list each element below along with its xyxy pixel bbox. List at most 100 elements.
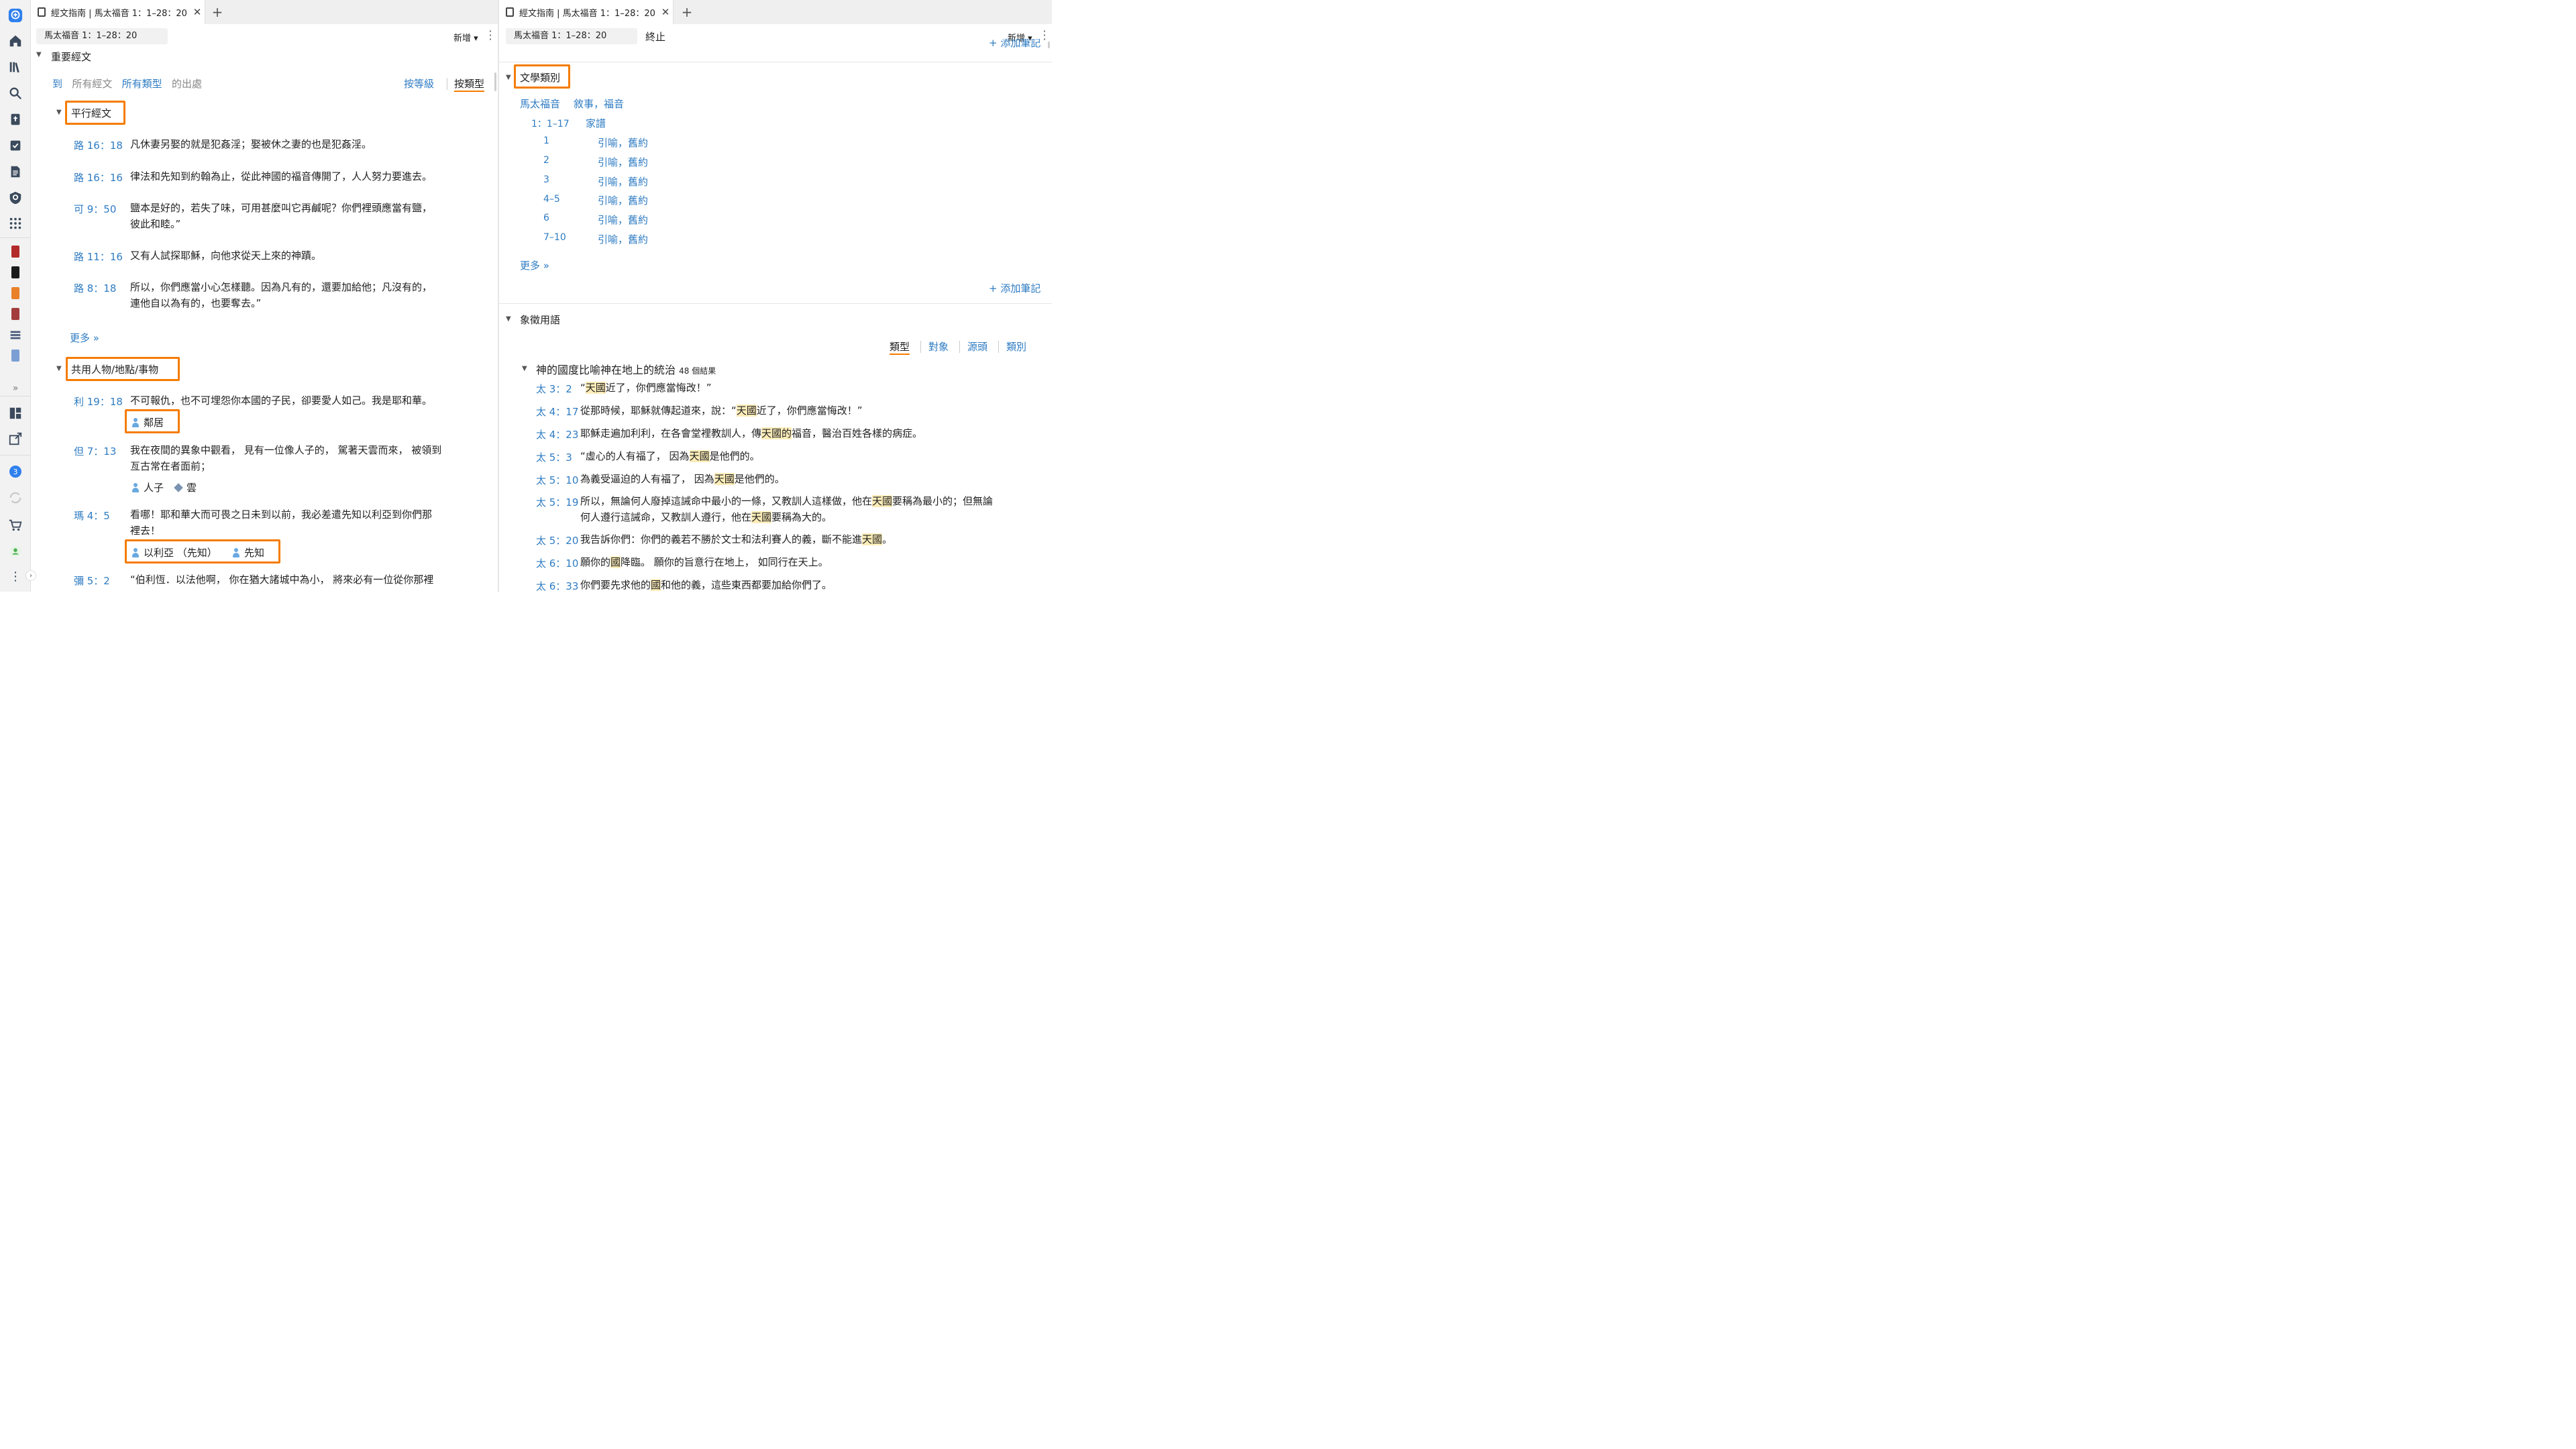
parallel-more-link[interactable]: 更多 » [70,331,99,345]
book-orange-icon[interactable] [7,284,24,302]
symbolic-tab-object[interactable]: 對象 [928,339,949,354]
tag-son-of-man[interactable]: 人子 [131,480,164,494]
parallel-ref-2[interactable]: 可 9：50 [74,202,116,216]
symbolic-ref-2[interactable]: 太 4：23 [536,427,578,441]
parallel-caret-icon[interactable]: ▼ [56,109,62,116]
shared-ref-2[interactable]: 瑪 4：5 [74,508,110,523]
literary-book-genre[interactable]: 敘事，福音 [574,97,624,111]
tag-prophet[interactable]: 先知 [232,545,264,559]
sort-by-rank-button[interactable]: 按等級 [404,76,434,91]
literary-verse-0[interactable]: 1 [543,136,549,146]
literary-range[interactable]: 1：1–17 [531,117,570,130]
symbolic-tab-type[interactable]: 類型 [890,339,910,355]
library-icon[interactable] [7,58,24,76]
close-icon[interactable]: ✕ [190,6,205,18]
layout-icon[interactable] [7,405,24,422]
notifications-badge[interactable]: 3 [7,463,24,480]
literary-caret-icon[interactable]: ▼ [506,74,511,81]
literary-genre-0[interactable]: 引喻，舊約 [598,136,648,150]
shared-ref-1[interactable]: 但 7：13 [74,444,116,458]
literary-verse-4[interactable]: 6 [543,213,549,223]
reference-input[interactable]: 馬太福音 1：1–28：20 [36,28,168,44]
literary-genre-5[interactable]: 引喻，舊約 [598,232,648,246]
filter-to[interactable]: 到 [52,78,62,90]
guide-icon[interactable] [7,189,24,207]
literary-more-link[interactable]: 更多 » [520,258,549,272]
document-icon[interactable] [7,163,24,180]
add-tab-icon[interactable]: + [679,4,695,20]
parallel-ref-3[interactable]: 路 11：16 [74,250,123,264]
right-tab-passage-guide[interactable]: 經文指南 | 馬太福音 1：1–28：20 ✕ [499,0,674,24]
account-icon[interactable] [7,543,24,560]
filter-all-verses[interactable]: 所有經文 [72,78,112,90]
add-note-link[interactable]: + 添加筆記 [989,281,1040,295]
collapse-caret-icon[interactable]: ▼ [36,51,42,58]
add-tab-icon[interactable]: + [209,4,225,20]
tag-neighbor[interactable]: 鄰居 [131,415,164,429]
parallel-ref-0[interactable]: 路 16：18 [74,138,123,152]
book-black-icon[interactable] [7,264,24,281]
literary-range-genre[interactable]: 家譜 [586,116,606,130]
bible-icon[interactable] [7,111,24,128]
symbolic-caret-icon[interactable]: ▼ [506,315,511,323]
reading-plan-icon[interactable] [7,137,24,154]
symbolic-ref-7[interactable]: 太 6：10 [536,556,578,570]
symbolic-ref-8[interactable]: 太 6：33 [536,579,578,592]
shared-ref-0[interactable]: 利 19：18 [74,394,123,409]
cart-icon[interactable] [7,517,24,534]
tag-cloud[interactable]: 雲 [174,480,197,494]
more-options-icon[interactable]: · · · [487,26,494,45]
symbolic-ref-3[interactable]: 太 5：3 [536,450,572,464]
stop-button[interactable]: 終止 [645,30,665,44]
literary-genre-3[interactable]: 引喻，舊約 [598,193,648,207]
literary-verse-1[interactable]: 2 [543,155,549,166]
home-icon[interactable] [7,32,24,50]
literary-genre-2[interactable]: 引喻，舊約 [598,174,648,189]
search-icon[interactable] [7,85,24,102]
sort-by-type-button[interactable]: 按類型 [454,76,485,92]
left-scrollbar[interactable] [494,72,496,91]
group-caret-icon[interactable]: ▼ [522,365,527,372]
apps-grid-icon[interactable] [7,215,24,232]
book-stack-icon[interactable] [7,326,24,343]
export-icon[interactable] [7,430,24,447]
book-red-icon[interactable] [7,243,24,260]
symbolic-line: “虛心的人有福了， 因為天國是他們的。 [580,448,760,464]
literary-verse-3[interactable]: 4–5 [543,194,560,205]
sync-icon[interactable] [7,489,24,506]
new-button[interactable]: 新增 ▾ [453,31,478,44]
reference-input[interactable]: 馬太福音 1：1–28：20 [506,28,637,44]
right-scrollbar[interactable] [1048,42,1050,48]
parallel-ref-1[interactable]: 路 16：16 [74,170,123,184]
symbolic-ref-6[interactable]: 太 5：20 [536,533,578,547]
add-note-top-link[interactable]: + 添加筆記 [989,39,1040,52]
literary-verse-2[interactable]: 3 [543,174,549,185]
parallel-ref-4[interactable]: 路 8：18 [74,281,116,295]
literary-genre-1[interactable]: 引喻，舊約 [598,155,648,169]
app-logo-icon[interactable] [7,7,24,24]
symbolic-ref-0[interactable]: 太 3：2 [536,382,572,396]
book-blue-icon[interactable] [7,347,24,364]
literary-title: 文學類別 [520,72,561,84]
tag-elijah[interactable]: 以利亞 （先知） [131,545,217,559]
filter-of-places: 的出處 [171,78,202,90]
symbolic-ref-5[interactable]: 太 5：19 [536,495,578,509]
more-options-icon[interactable]: · · · [1041,26,1048,45]
filter-all-types[interactable]: 所有類型 [122,78,162,90]
symbolic-tab-category[interactable]: 類別 [1006,339,1026,354]
expand-sidebar-icon[interactable]: » [7,380,24,397]
literary-genre-4[interactable]: 引喻，舊約 [598,213,648,227]
literary-verse-5[interactable]: 7–10 [543,232,566,243]
left-tab-passage-guide[interactable]: 經文指南 | 馬太福音 1：1–28：20 ✕ [31,0,205,24]
verse-text-segment: 降臨。 願你的旨意行在地上， 如同行在天上。 [621,556,828,568]
shared-caret-icon[interactable]: ▼ [56,365,62,372]
symbolic-text-1: 從那時候，耶穌就傳起道來，說：“天國近了，你們應當悔改！” [580,402,863,419]
more-vertical-icon[interactable]: ⋮ [7,568,24,585]
close-icon[interactable]: ✕ [658,6,673,18]
symbolic-ref-4[interactable]: 太 5：10 [536,473,578,487]
symbolic-ref-1[interactable]: 太 4：17 [536,405,578,419]
book-maroon-icon[interactable] [7,305,24,323]
literary-book[interactable]: 馬太福音 [520,97,560,111]
shared-ref-3[interactable]: 彌 5：2 [74,574,110,588]
symbolic-tab-source[interactable]: 源頭 [967,339,987,354]
